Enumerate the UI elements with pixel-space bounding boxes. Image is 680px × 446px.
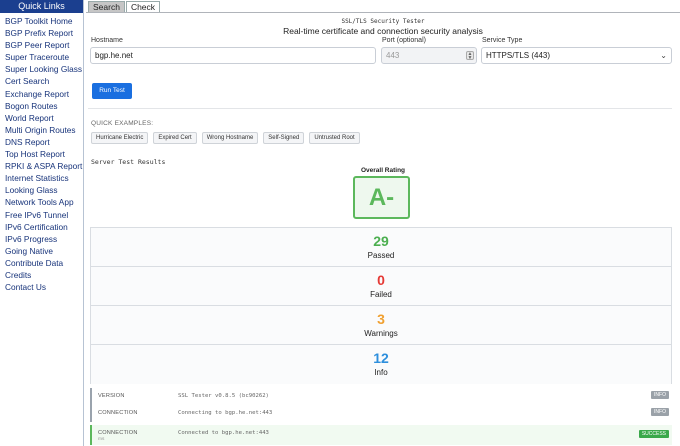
log-row: CONNECTION ms Connected to bgp.he.net:44…: [90, 425, 672, 445]
sidebar-nav: BGP Toolkit Home BGP Prefix Report BGP P…: [0, 13, 83, 293]
example-wrong-hostname-button[interactable]: Wrong Hostname: [201, 132, 259, 144]
stat-passed: 29 Passed: [91, 228, 671, 267]
stat-info-value: 12: [373, 350, 389, 366]
stat-info: 12 Info: [91, 345, 671, 384]
log-value: SSL Tester v0.8.5 (bc90262): [178, 393, 269, 399]
run-test-button[interactable]: Run Test: [92, 83, 132, 99]
sidebar-item-super-looking-glass[interactable]: Super Looking Glass: [0, 63, 83, 75]
log-row: VERSION SSL Tester v0.8.5 (bc90262) INFO: [90, 388, 672, 405]
sidebar-item-rpki-aspa-report[interactable]: RPKI & ASPA Report: [0, 160, 83, 172]
main-content: Search Check SSL/TLS Security Tester Rea…: [86, 0, 680, 446]
sidebar-item-ipv6-progress[interactable]: IPv6 Progress: [0, 233, 83, 245]
results-title: Server Test Results: [91, 158, 166, 166]
sidebar-title: Quick Links: [0, 0, 83, 13]
log-value: Connecting to bgp.he.net:443: [178, 410, 273, 416]
example-untrusted-root-button[interactable]: Untrusted Root: [309, 132, 360, 144]
sidebar-item-contact-us[interactable]: Contact Us: [0, 281, 83, 293]
log-key: VERSION: [98, 393, 125, 399]
sidebar-item-ipv6-certification[interactable]: IPv6 Certification: [0, 221, 83, 233]
port-label: Port (optional): [382, 37, 426, 44]
chevron-down-icon: ⌄: [660, 51, 667, 60]
sidebar-item-top-host-report[interactable]: Top Host Report: [0, 148, 83, 160]
sidebar-item-bgp-peer-report[interactable]: BGP Peer Report: [0, 39, 83, 51]
hostname-label: Hostname: [91, 37, 123, 44]
quick-examples-title: QUICK EXAMPLES:: [91, 120, 154, 127]
service-type-select[interactable]: HTTPS/TLS (443) ⌄: [481, 47, 672, 64]
stat-failed-label: Failed: [370, 290, 392, 299]
stat-warnings-value: 3: [377, 311, 385, 327]
sidebar-item-internet-statistics[interactable]: Internet Statistics: [0, 172, 83, 184]
divider: [88, 108, 672, 109]
sidebar-item-network-tools-app[interactable]: Network Tools App: [0, 196, 83, 208]
stat-passed-label: Passed: [367, 251, 395, 260]
sidebar-item-bogon-routes[interactable]: Bogon Routes: [0, 100, 83, 112]
stat-failed-value: 0: [377, 272, 385, 288]
overall-rating-label: Overall Rating: [360, 167, 406, 174]
example-expired-cert-button[interactable]: Expired Cert: [153, 132, 197, 144]
sidebar-item-free-ipv6-tunnel[interactable]: Free IPv6 Tunnel: [0, 209, 83, 221]
hostname-value: bgp.he.net: [95, 51, 133, 60]
sidebar-item-super-traceroute[interactable]: Super Traceroute: [0, 51, 83, 63]
stat-info-label: Info: [374, 368, 388, 377]
log-key: CONNECTION: [98, 430, 138, 436]
app-subtitle: Real-time certificate and connection sec…: [283, 26, 483, 36]
hostname-input[interactable]: bgp.he.net: [90, 47, 376, 64]
stat-warnings-label: Warnings: [364, 329, 398, 338]
sidebar-item-cert-search[interactable]: Cert Search: [0, 75, 83, 87]
sidebar: Quick Links BGP Toolkit Home BGP Prefix …: [0, 0, 84, 446]
app-title: SSL/TLS Security Tester: [341, 18, 425, 25]
sidebar-item-exchange-report[interactable]: Exchange Report: [0, 88, 83, 100]
grade-badge: A-: [353, 176, 410, 219]
sidebar-item-credits[interactable]: Credits: [0, 269, 83, 281]
sidebar-item-bgp-prefix-report[interactable]: BGP Prefix Report: [0, 27, 83, 39]
stat-failed: 0 Failed: [91, 267, 671, 306]
sidebar-item-contribute-data[interactable]: Contribute Data: [0, 257, 83, 269]
sidebar-item-dns-report[interactable]: DNS Report: [0, 136, 83, 148]
log-tag: INFO: [651, 391, 669, 399]
example-hurricane-electric-button[interactable]: Hurricane Electric: [91, 132, 149, 144]
service-type-label: Service Type: [482, 37, 523, 44]
example-self-signed-button[interactable]: Self-Signed: [263, 132, 305, 144]
log-row: CONNECTION Connecting to bgp.he.net:443 …: [90, 405, 672, 422]
sidebar-item-going-native[interactable]: Going Native: [0, 245, 83, 257]
sidebar-item-bgp-toolkit-home[interactable]: BGP Toolkit Home: [0, 15, 83, 27]
sidebar-item-multi-origin-routes[interactable]: Multi Origin Routes: [0, 124, 83, 136]
spinner-icon[interactable]: ▲ ▼: [466, 51, 474, 61]
port-input[interactable]: 443 ▲ ▼: [381, 47, 477, 64]
service-type-value: HTTPS/TLS (443): [486, 51, 551, 60]
stat-passed-value: 29: [373, 233, 389, 249]
port-placeholder: 443: [386, 51, 400, 60]
tab-divider: [86, 12, 680, 13]
sidebar-item-world-report[interactable]: World Report: [0, 112, 83, 124]
stats-panel: 29 Passed 0 Failed 3 Warnings 12 Info: [90, 227, 672, 384]
quick-examples-list: Hurricane Electric Expired Cert Wrong Ho…: [91, 132, 360, 144]
log-tag: SUCCESS: [638, 430, 669, 438]
log-sub: ms: [98, 437, 105, 442]
log-value: Connected to bgp.he.net:443: [178, 430, 269, 436]
log-tag: INFO: [651, 408, 669, 416]
sidebar-item-looking-glass[interactable]: Looking Glass: [0, 184, 83, 196]
log-key: CONNECTION: [98, 410, 138, 416]
stat-warnings: 3 Warnings: [91, 306, 671, 345]
